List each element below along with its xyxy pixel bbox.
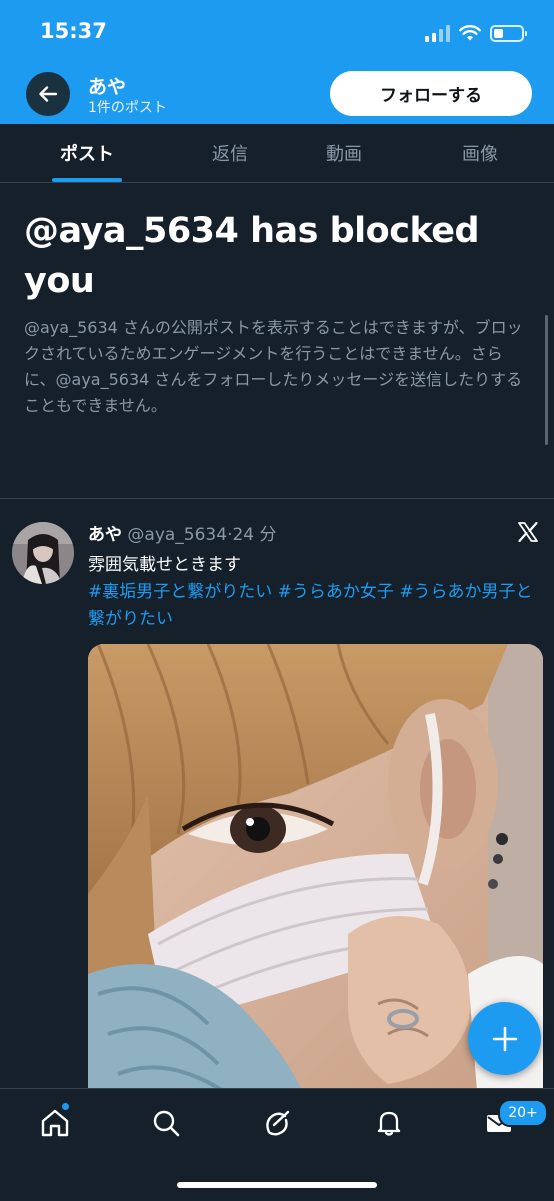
status-bar: 15:37 bbox=[0, 0, 554, 66]
x-logo-icon[interactable] bbox=[516, 520, 540, 544]
post-meta: @aya_5634·24 分 bbox=[127, 525, 277, 545]
messages-badge: 20+ bbox=[498, 1099, 548, 1127]
nav-grok[interactable] bbox=[259, 1105, 295, 1141]
hashtag-link[interactable]: #裏垢男子と繋がりたい bbox=[88, 582, 272, 602]
blocked-notice-description: @aya_5634 さんの公開ポストを表示することはできますが、ブロックされてい… bbox=[24, 318, 523, 415]
tab-images[interactable]: 画像 bbox=[434, 124, 526, 182]
notifications-bell-icon bbox=[377, 1111, 401, 1136]
profile-tabs: ポスト 返信 動画 画像 bbox=[0, 124, 554, 183]
active-tab-indicator bbox=[52, 178, 122, 182]
post-text: 雰囲気載せときます bbox=[88, 555, 241, 575]
status-icons bbox=[425, 22, 527, 44]
back-button[interactable] bbox=[26, 72, 70, 116]
battery-level bbox=[494, 28, 503, 38]
avatar[interactable] bbox=[12, 522, 74, 584]
divider bbox=[0, 498, 554, 499]
tab-videos[interactable]: 動画 bbox=[298, 124, 390, 182]
nav-notifications[interactable] bbox=[371, 1105, 407, 1141]
plus-icon bbox=[492, 1026, 517, 1051]
home-unread-dot bbox=[62, 1103, 69, 1110]
search-icon bbox=[153, 1110, 180, 1137]
post-hashtags: #裏垢男子と繋がりたい #うらあか女子 #うらあか男子と繋がりたい bbox=[88, 579, 538, 633]
status-time: 15:37 bbox=[40, 19, 107, 43]
header-display-name: あや bbox=[88, 76, 127, 98]
header-post-count: 1件のポスト bbox=[88, 100, 167, 116]
compose-button[interactable] bbox=[468, 1002, 541, 1075]
scrollbar-thumb[interactable] bbox=[545, 315, 548, 445]
post-author-name[interactable]: あや bbox=[88, 525, 122, 545]
home-icon bbox=[41, 1109, 69, 1137]
wifi-icon bbox=[459, 24, 481, 40]
tab-replies[interactable]: 返信 bbox=[184, 124, 276, 182]
hashtag-link[interactable]: #うらあか女子 bbox=[278, 582, 394, 602]
nav-search[interactable] bbox=[148, 1105, 184, 1141]
cellular-signal-icon bbox=[425, 24, 450, 42]
arrow-left-icon bbox=[39, 86, 58, 102]
blocked-notice-title: @aya_5634 has blocked you bbox=[24, 211, 480, 301]
home-indicator bbox=[177, 1182, 377, 1188]
tab-posts[interactable]: ポスト bbox=[38, 124, 136, 182]
post-header: あや @aya_5634·24 分 bbox=[88, 520, 277, 545]
follow-button[interactable]: フォローする bbox=[330, 71, 532, 116]
battery-icon bbox=[490, 24, 527, 42]
grok-icon bbox=[266, 1110, 290, 1136]
nav-home[interactable] bbox=[37, 1105, 73, 1141]
